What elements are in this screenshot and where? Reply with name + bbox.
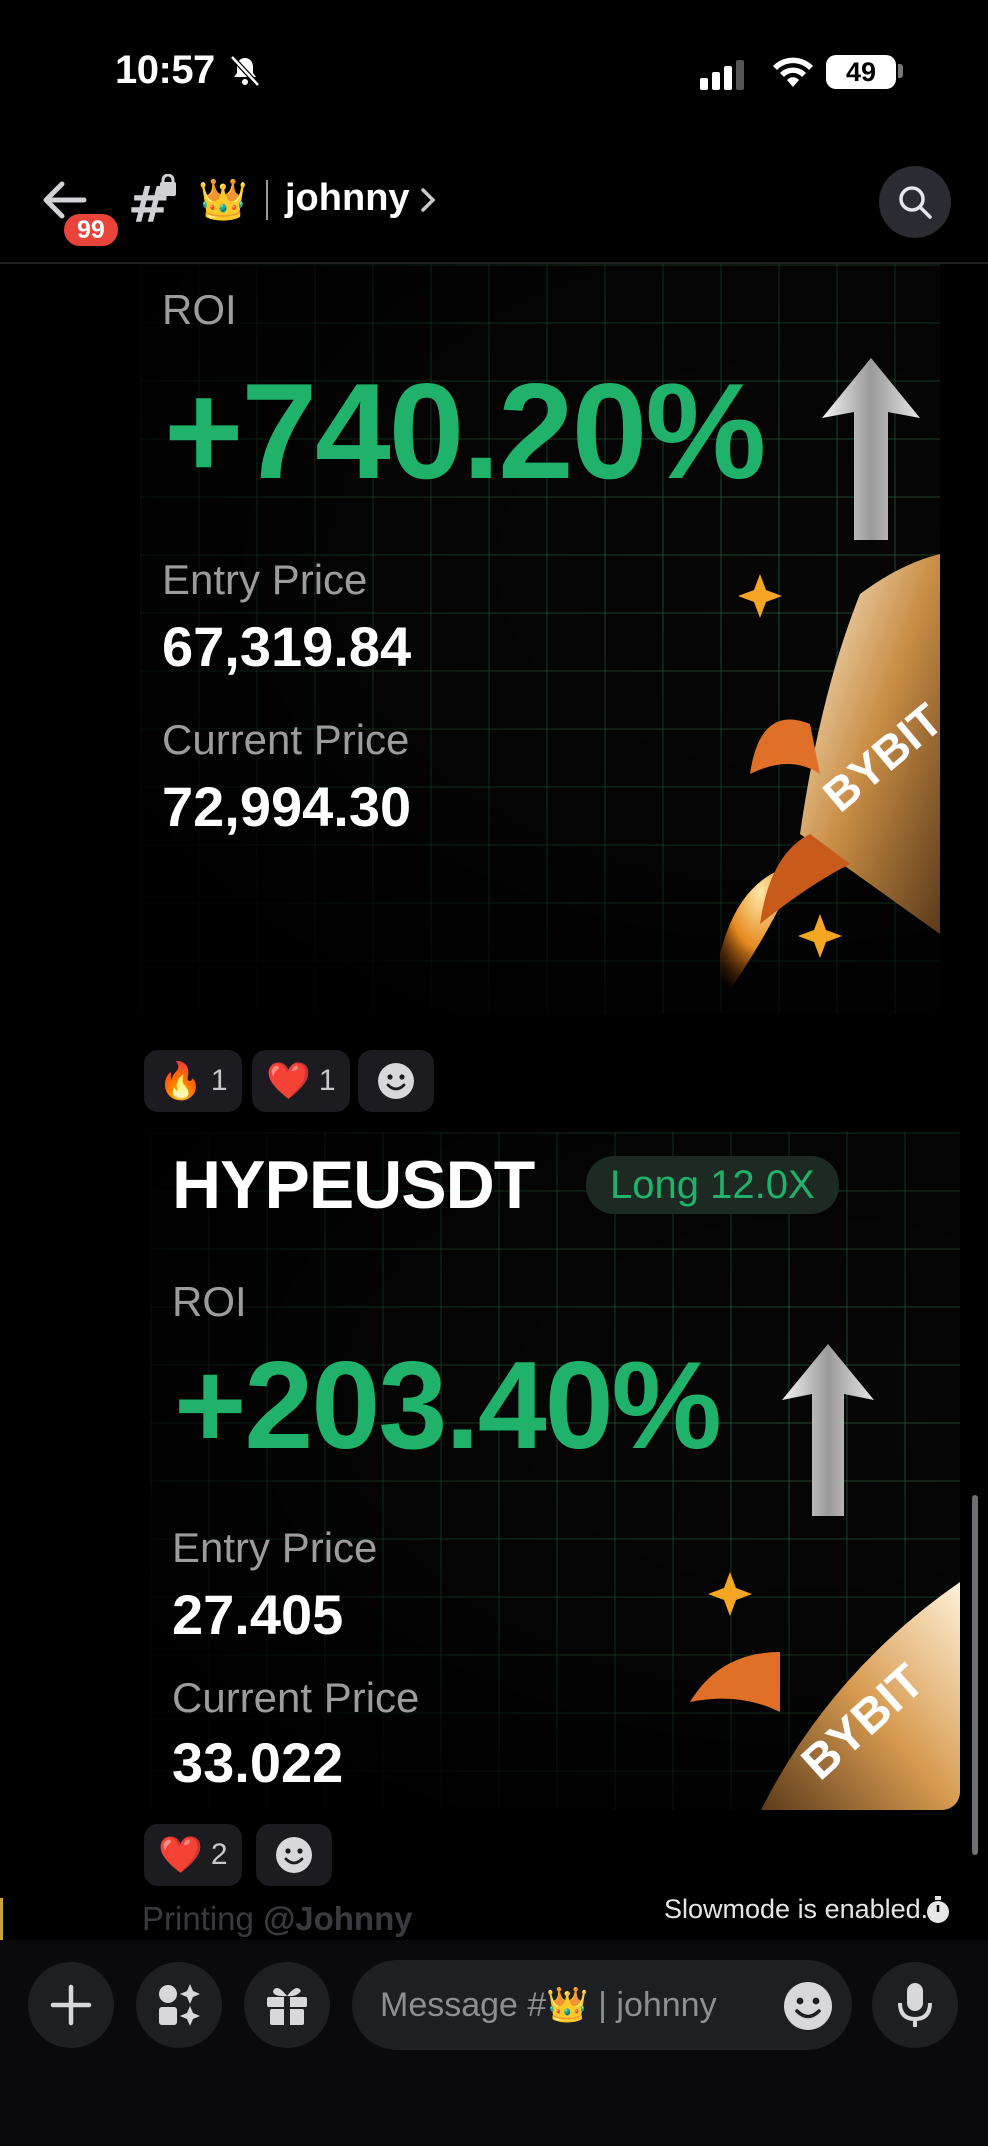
- roi-label: ROI: [172, 1278, 247, 1325]
- heart-emoji: ❤️: [158, 1834, 203, 1875]
- chevron-right-icon[interactable]: [418, 186, 438, 214]
- gift-button[interactable]: [244, 1962, 330, 2048]
- reaction-heart[interactable]: ❤️ 2: [144, 1824, 242, 1886]
- mention-highlight: [0, 1898, 3, 1942]
- add-attachment-button[interactable]: [28, 1962, 114, 2048]
- divider: [266, 180, 268, 220]
- microphone-icon: [898, 1983, 932, 2027]
- roi-value: +203.40%: [174, 1337, 722, 1475]
- entry-price-label: Entry Price: [162, 556, 368, 603]
- bell-muted-icon: [230, 55, 260, 87]
- reaction-fire[interactable]: 🔥 1: [144, 1050, 242, 1112]
- up-arrow-icon: [782, 1344, 874, 1516]
- mention[interactable]: @Johnny: [263, 1900, 413, 1937]
- rocket-illustration: BYBIT: [690, 1572, 960, 1810]
- placeholder-emoji: 👑: [546, 1986, 589, 2024]
- current-price-label: Current Price: [162, 716, 410, 763]
- entry-price-value: 67,319.84: [162, 615, 412, 678]
- channel-name[interactable]: johnny: [285, 174, 410, 222]
- cellular-signal-icon: [700, 60, 744, 90]
- channel-emoji: 👑: [198, 178, 248, 222]
- unread-badge: 99: [60, 210, 122, 250]
- trade-card-1[interactable]: ROI +740.20% Entry Price 67,319.84 Curre…: [140, 264, 940, 1014]
- smiley-icon: [378, 1063, 414, 1099]
- preview-text: Printing: [142, 1900, 254, 1937]
- wifi-icon: [773, 57, 813, 87]
- entry-price-label: Entry Price: [172, 1524, 378, 1571]
- add-reaction-button[interactable]: [358, 1050, 434, 1112]
- roi-label: ROI: [162, 286, 237, 333]
- next-message-preview: Printing @Johnny: [142, 1900, 413, 1938]
- heart-emoji: ❤️: [266, 1060, 311, 1101]
- apps-button[interactable]: [136, 1962, 222, 2048]
- reaction-count: 1: [318, 1064, 336, 1097]
- current-price-value: 72,994.30: [162, 775, 412, 838]
- current-price-value: 33.022: [172, 1731, 344, 1794]
- battery-cap: [898, 64, 903, 78]
- status-time: 10:57: [115, 48, 215, 92]
- slowmode-notice: Slowmode is enabled.: [664, 1894, 929, 1924]
- reaction-count: 2: [210, 1838, 228, 1871]
- trading-pair: HYPEUSDT: [172, 1147, 535, 1223]
- gift-icon: [267, 1987, 307, 2025]
- voice-message-button[interactable]: [872, 1962, 958, 2048]
- reaction-heart[interactable]: ❤️ 1: [252, 1050, 350, 1112]
- rocket-illustration: BYBIT: [720, 554, 940, 1004]
- plus-icon: [50, 1984, 92, 2026]
- position-pill: Long 12.0X: [586, 1156, 839, 1214]
- stopwatch-icon: [927, 1896, 949, 1923]
- up-arrow-icon: [822, 358, 920, 540]
- smiley-icon: [276, 1837, 312, 1873]
- reaction-count: 1: [210, 1064, 228, 1097]
- battery-level: 49: [826, 55, 896, 89]
- trade-card-2[interactable]: HYPEUSDT Long 12.0X ROI +203.40% Entry P…: [150, 1132, 960, 1810]
- locked-channel-icon: #: [128, 174, 176, 230]
- placeholder-prefix: Message #: [380, 1986, 547, 2024]
- apps-icon: [159, 1984, 200, 2026]
- fire-emoji: 🔥: [158, 1060, 203, 1101]
- placeholder-suffix: | johnny: [598, 1986, 717, 2024]
- scrollbar[interactable]: [972, 1495, 978, 1855]
- entry-price-value: 27.405: [172, 1583, 344, 1646]
- emoji-picker-icon[interactable]: [782, 1980, 834, 2032]
- add-reaction-button[interactable]: [256, 1824, 332, 1886]
- current-price-label: Current Price: [172, 1674, 420, 1721]
- roi-value: +740.20%: [164, 355, 766, 507]
- search-icon: [899, 186, 932, 219]
- search-button[interactable]: [879, 166, 951, 238]
- message-placeholder: Message #👑 | johnny: [380, 1984, 717, 2026]
